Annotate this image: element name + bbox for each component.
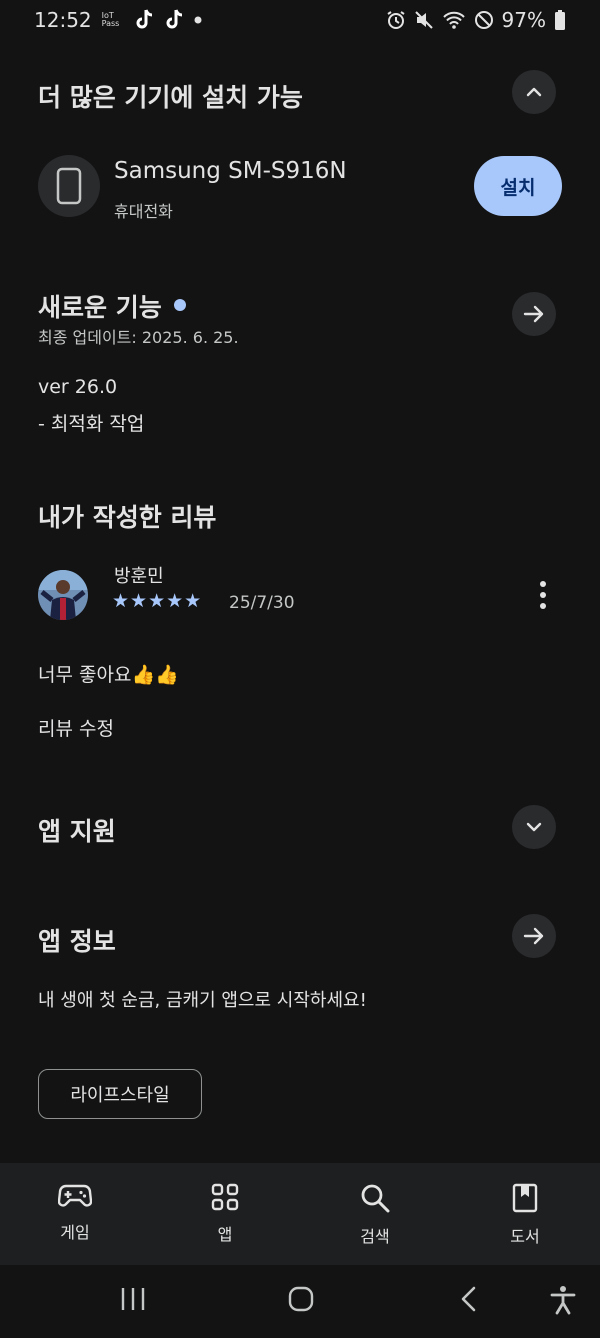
chevron-up-icon	[526, 87, 542, 97]
accessibility-icon[interactable]	[549, 1285, 577, 1315]
nav-item-apps[interactable]: 앱	[150, 1163, 300, 1265]
my-review-title: 내가 작성한 리뷰	[38, 503, 217, 532]
new-indicator-dot	[173, 299, 186, 311]
arrow-right-icon	[523, 305, 544, 323]
chevron-down-icon	[526, 822, 542, 832]
app-info-title: 앱 정보	[38, 927, 116, 956]
rating-stars: ★★★★★	[112, 590, 203, 612]
more-options-icon[interactable]	[528, 578, 558, 612]
nav-item-search[interactable]: 검색	[300, 1163, 450, 1265]
more-devices-title: 더 많은 기기에 설치 가능	[38, 83, 303, 112]
search-icon	[361, 1184, 390, 1213]
gamepad-icon	[58, 1184, 92, 1207]
apps-grid-icon	[211, 1183, 239, 1211]
nav-item-games[interactable]: 게임	[0, 1163, 150, 1265]
nav-item-books[interactable]: 도서	[450, 1163, 600, 1265]
review-date: 25/7/30	[229, 593, 295, 613]
phone-icon	[56, 167, 82, 205]
reviewer-name: 방훈민	[114, 566, 164, 587]
recent-apps-icon[interactable]	[118, 1285, 148, 1313]
system-nav-bar	[0, 1265, 600, 1338]
version-label: ver 26.0	[38, 376, 118, 398]
status-time: 12:52	[34, 8, 92, 32]
collapse-button[interactable]	[512, 70, 556, 114]
bottom-nav: 게임 앱 검색 도서	[0, 1163, 600, 1265]
review-text: 너무 좋아요👍👍	[38, 664, 179, 686]
version-note: - 최적화 작업	[38, 413, 145, 435]
iot-pass-icon: IoT Pass	[101, 11, 120, 28]
device-type: 휴대전화	[114, 202, 173, 221]
battery-percent: 97%	[501, 8, 546, 32]
home-icon[interactable]	[287, 1285, 315, 1313]
nav-label-books: 도서	[510, 1227, 540, 1246]
whats-new-title: 새로운 기능	[38, 293, 162, 322]
wifi-icon	[442, 10, 466, 30]
arrow-right-icon	[523, 927, 544, 945]
dot-icon	[194, 16, 202, 24]
device-avatar	[38, 155, 100, 217]
last-updated: 최종 업데이트: 2025. 6. 25.	[38, 328, 239, 347]
nav-label-apps: 앱	[217, 1225, 233, 1244]
status-left: 12:52 IoT Pass	[34, 8, 202, 32]
app-description: 내 생애 첫 순금, 금캐기 앱으로 시작하세요!	[38, 990, 367, 1011]
install-button[interactable]: 설치	[474, 156, 562, 216]
whats-new-header: 새로운 기능	[38, 288, 186, 324]
status-right: 97%	[386, 8, 566, 32]
status-bar: 12:52 IoT Pass 97%	[0, 0, 600, 40]
tiktok-icon	[134, 9, 154, 31]
whats-new-arrow-button[interactable]	[512, 292, 556, 336]
nav-label-games: 게임	[60, 1223, 90, 1242]
device-name: Samsung SM-S916N	[114, 158, 347, 184]
app-info-arrow-button[interactable]	[512, 914, 556, 958]
category-chip[interactable]: 라이프스타일	[38, 1069, 202, 1119]
edit-review-link[interactable]: 리뷰 수정	[38, 714, 114, 741]
alarm-icon	[386, 10, 406, 30]
dnd-icon	[474, 10, 494, 30]
app-support-title: 앱 지원	[38, 817, 116, 846]
reviewer-avatar	[38, 570, 88, 620]
mute-icon	[414, 10, 434, 30]
app-support-expand-button[interactable]	[512, 805, 556, 849]
battery-icon	[554, 10, 566, 30]
tiktok-icon	[164, 9, 184, 31]
book-icon	[512, 1183, 538, 1213]
back-icon[interactable]	[458, 1285, 480, 1313]
nav-label-search: 검색	[360, 1227, 390, 1246]
